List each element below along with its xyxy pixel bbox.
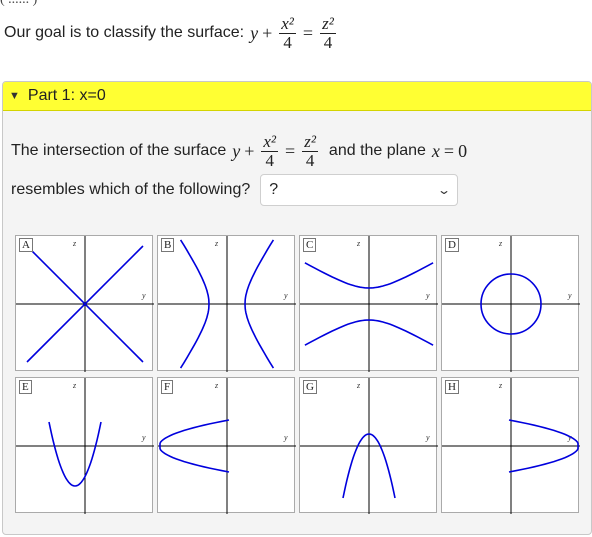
option-graph-e-plot: zy — [16, 378, 154, 514]
plane-value: 0 — [458, 140, 468, 161]
option-graph-e: zyE — [15, 377, 154, 514]
option-label-d: D — [445, 238, 459, 252]
part-1-panel: ▼ Part 1: x=0 The intersection of the su… — [2, 81, 592, 535]
option-graph-b-plot: zy — [158, 236, 296, 372]
horizontal-axis-label: y — [283, 291, 288, 300]
option-graph-h: zyH — [441, 377, 580, 514]
option-graph-h-plot: zy — [442, 378, 580, 514]
question-text: The intersection of the surface — [11, 142, 227, 159]
curve-parabola-up — [48, 421, 102, 487]
option-graph-d: zyD — [441, 235, 580, 372]
option-graph-c: zyC — [299, 235, 438, 372]
option-graph-g: zyG — [299, 377, 438, 514]
vertical-axis-label: z — [356, 381, 361, 390]
goal-equals: = — [302, 22, 314, 43]
question-line-2: resembles which of the following? ? ⌄ — [11, 170, 583, 210]
option-label-h: H — [445, 380, 459, 394]
question-frac-1: x² 4 — [261, 131, 279, 170]
vertical-axis-label: z — [72, 239, 77, 248]
goal-plus: + — [262, 22, 273, 43]
question-frac-1-den: 4 — [265, 150, 274, 170]
goal-frac-1: x² 4 — [279, 13, 296, 52]
option-label-e: E — [19, 380, 32, 394]
plane-equals: = — [443, 140, 455, 161]
option-label-f: F — [161, 380, 174, 394]
part-1-header[interactable]: ▼ Part 1: x=0 — [3, 82, 591, 111]
option-label-c: C — [303, 238, 317, 252]
question-plane-text: and the plane — [328, 142, 426, 159]
goal-statement: Our goal is to classify the surface: y +… — [4, 8, 339, 58]
question-equation: y + x² 4 = z² 4 — [232, 131, 321, 170]
question-frac-2-num: z² — [304, 131, 316, 151]
option-graph-f-plot: zy — [158, 378, 296, 514]
question-frac-2-den: 4 — [305, 150, 315, 170]
option-graphs-grid: zyAzyBzyCzyDzyEzyFzyGzyH — [15, 235, 581, 525]
goal-equation: y + x² 4 = z² 4 — [250, 13, 339, 52]
option-graph-a: zyA — [15, 235, 154, 372]
horizontal-axis-label: y — [425, 291, 430, 300]
option-graph-c-plot: zy — [300, 236, 438, 372]
question-prompt: resembles which of the following? — [11, 181, 251, 198]
question-equals: = — [285, 140, 296, 161]
vertical-axis-label: z — [356, 239, 361, 248]
option-graph-f: zyF — [157, 377, 296, 514]
question: The intersection of the surface y + x² 4… — [11, 126, 583, 210]
option-graph-a-plot: zy — [16, 236, 154, 372]
answer-select-value: ? — [269, 181, 279, 198]
goal-text: Our goal is to classify the surface: — [4, 24, 245, 41]
vertical-axis-label: z — [498, 381, 503, 390]
chevron-down-icon: ⌄ — [437, 183, 452, 197]
question-plus: + — [244, 140, 255, 161]
horizontal-axis-label: y — [141, 291, 146, 300]
option-label-a: A — [19, 238, 33, 252]
option-label-g: G — [303, 380, 317, 394]
goal-frac-2: z² 4 — [320, 13, 336, 52]
part-1-title: Part 1: x=0 — [27, 87, 106, 104]
vertical-axis-label: z — [214, 381, 219, 390]
question-frac-2: z² 4 — [302, 131, 318, 170]
goal-frac-1-den: 4 — [283, 32, 292, 52]
question-lhs-var: y — [232, 140, 241, 161]
goal-frac-2-num: z² — [322, 13, 334, 33]
goal-frac-2-den: 4 — [323, 32, 333, 52]
plane-var: x — [431, 140, 440, 161]
truncated-top-text: ( ...... ) — [0, 0, 40, 7]
goal-frac-1-num: x² — [281, 13, 294, 33]
question-frac-1-num: x² — [263, 131, 277, 151]
horizontal-axis-label: y — [425, 433, 430, 442]
vertical-axis-label: z — [498, 239, 503, 248]
collapse-caret-icon[interactable]: ▼ — [9, 90, 20, 102]
option-graph-g-plot: zy — [300, 378, 438, 514]
option-graph-d-plot: zy — [442, 236, 580, 372]
answer-select[interactable]: ? ⌄ — [260, 174, 459, 206]
horizontal-axis-label: y — [283, 433, 288, 442]
horizontal-axis-label: y — [141, 433, 146, 442]
question-line-1: The intersection of the surface y + x² 4… — [11, 126, 583, 176]
horizontal-axis-label: y — [567, 291, 572, 300]
option-graph-b: zyB — [157, 235, 296, 372]
goal-lhs-var: y — [250, 22, 259, 43]
plane-equation: x = 0 — [432, 141, 467, 162]
vertical-axis-label: z — [72, 381, 77, 390]
option-label-b: B — [161, 238, 175, 252]
vertical-axis-label: z — [214, 239, 219, 248]
